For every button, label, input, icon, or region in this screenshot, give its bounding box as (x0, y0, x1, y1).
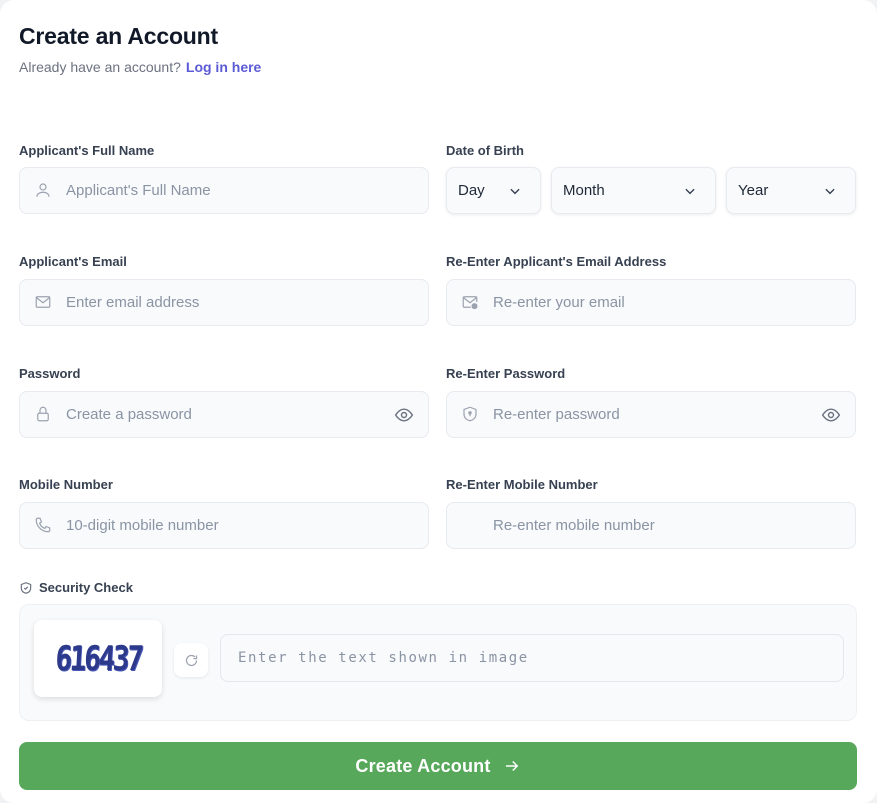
eye-icon[interactable] (394, 405, 414, 425)
chevron-down-icon (508, 184, 522, 198)
password-field[interactable]: Create a password (19, 391, 429, 438)
create-account-label: Create Account (355, 755, 491, 776)
user-icon (34, 181, 52, 199)
full-name-field[interactable]: Applicant's Full Name (19, 167, 429, 214)
shield-check-icon (19, 581, 33, 595)
password-confirm-field[interactable]: Re-enter password (446, 391, 856, 438)
page-title: Create an Account (19, 23, 218, 49)
phone-icon (34, 516, 52, 534)
dob-day-select[interactable]: Day (446, 167, 541, 214)
mobile-label: Mobile Number (19, 477, 113, 492)
security-check-text: Security Check (39, 580, 133, 595)
captcha-input[interactable]: Enter the text shown in image (220, 634, 844, 682)
signup-card: Create an Account Already have an accoun… (0, 0, 877, 803)
dob-label: Date of Birth (446, 143, 524, 158)
mobile-placeholder: 10-digit mobile number (66, 517, 219, 534)
chevron-down-icon (823, 184, 837, 198)
refresh-captcha-button[interactable] (174, 643, 208, 677)
password-confirm-placeholder: Re-enter password (493, 406, 620, 423)
mobile-field[interactable]: 10-digit mobile number (19, 502, 429, 549)
mail-check-icon (461, 293, 479, 311)
password-placeholder: Create a password (66, 406, 192, 423)
security-check-label: Security Check (19, 580, 133, 595)
email-field[interactable]: Enter email address (19, 279, 429, 326)
captcha-panel: 616437 Enter the text shown in image (19, 604, 857, 721)
login-prompt-text: Already have an account? (19, 59, 181, 75)
arrow-right-icon (503, 757, 521, 775)
password-confirm-label: Re-Enter Password (446, 366, 566, 381)
login-prompt: Already have an account? Log in here (19, 59, 261, 75)
dob-year-select[interactable]: Year (726, 167, 856, 214)
login-link[interactable]: Log in here (186, 59, 261, 75)
captcha-image: 616437 (34, 620, 162, 697)
email-confirm-label: Re-Enter Applicant's Email Address (446, 254, 667, 269)
mobile-confirm-label: Re-Enter Mobile Number (446, 477, 598, 492)
shield-icon (461, 405, 479, 423)
password-label: Password (19, 366, 81, 381)
chevron-down-icon (683, 184, 697, 198)
create-account-button[interactable]: Create Account (19, 742, 857, 790)
full-name-placeholder: Applicant's Full Name (66, 182, 211, 199)
dob-month-value: Month (563, 182, 605, 199)
email-placeholder: Enter email address (66, 294, 200, 311)
captcha-input-placeholder: Enter the text shown in image (238, 650, 529, 666)
full-name-label: Applicant's Full Name (19, 143, 155, 158)
lock-icon (34, 405, 52, 423)
dob-month-select[interactable]: Month (551, 167, 716, 214)
mail-icon (34, 293, 52, 311)
email-confirm-placeholder: Re-enter your email (493, 294, 625, 311)
dob-day-value: Day (458, 182, 485, 199)
dob-year-value: Year (738, 182, 769, 199)
mobile-confirm-field[interactable]: Re-enter mobile number (446, 502, 856, 549)
refresh-icon (184, 653, 199, 668)
mobile-confirm-placeholder: Re-enter mobile number (493, 517, 655, 534)
eye-icon[interactable] (821, 405, 841, 425)
captcha-text: 616437 (53, 638, 143, 679)
email-confirm-field[interactable]: Re-enter your email (446, 279, 856, 326)
email-label: Applicant's Email (19, 254, 127, 269)
